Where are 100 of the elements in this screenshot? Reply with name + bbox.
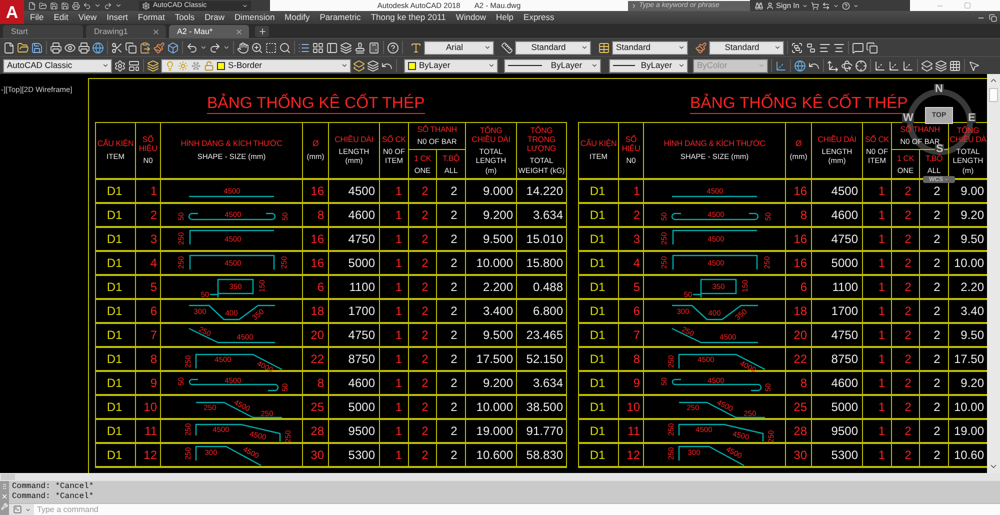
grip-icon[interactable] xyxy=(1,483,8,490)
menu-item[interactable]: Edit xyxy=(54,13,68,22)
caret-icon[interactable] xyxy=(94,2,101,9)
box-icon[interactable] xyxy=(167,42,179,54)
axes-icon[interactable] xyxy=(827,60,839,72)
compass-label[interactable]: W xyxy=(902,113,914,123)
lineweight-dropdown[interactable]: ByLayer xyxy=(609,58,688,72)
eye-icon[interactable] xyxy=(64,42,76,54)
grid-icon[interactable] xyxy=(312,42,324,54)
new-tab-button[interactable] xyxy=(255,26,269,37)
menu-item[interactable]: Express xyxy=(524,13,554,22)
layers-icon[interactable] xyxy=(367,60,379,72)
crosshair-icon[interactable] xyxy=(855,60,867,72)
ruler-icon[interactable] xyxy=(501,42,513,54)
layers-icon[interactable] xyxy=(353,60,365,72)
binoculars-icon[interactable] xyxy=(755,2,763,10)
folder-icon[interactable] xyxy=(39,2,47,10)
terminal-icon[interactable] xyxy=(13,505,22,514)
settings-icon[interactable] xyxy=(114,60,126,72)
file-icon[interactable] xyxy=(3,42,15,54)
copy-icon[interactable] xyxy=(866,42,878,54)
menu-item[interactable]: Insert xyxy=(106,13,128,22)
redo-icon[interactable] xyxy=(209,42,221,54)
horizontal-scrollbar[interactable] xyxy=(0,473,1000,481)
multileader-style-dropdown[interactable]: Standard xyxy=(709,40,784,54)
printer-icon[interactable] xyxy=(78,42,90,54)
menu-item[interactable]: Draw xyxy=(204,13,225,22)
paintbrush-icon[interactable] xyxy=(153,42,165,54)
dimension-style-dropdown[interactable]: Standard xyxy=(515,40,591,54)
globe-icon[interactable] xyxy=(794,60,806,72)
menu-item[interactable]: Thong ke thep 2011 xyxy=(370,13,446,22)
workspace-dropdown[interactable]: AutoCAD Classic xyxy=(3,58,112,72)
undo-icon[interactable] xyxy=(83,2,91,10)
compass-label[interactable]: E xyxy=(967,113,976,123)
caret-icon[interactable] xyxy=(833,2,840,8)
wrench-icon[interactable] xyxy=(1,503,8,510)
file-icon[interactable] xyxy=(28,2,36,10)
menu-item[interactable]: Help xyxy=(496,13,514,22)
stamp-icon[interactable] xyxy=(354,42,366,54)
help-icon[interactable] xyxy=(842,2,850,10)
caret-icon[interactable] xyxy=(115,2,122,9)
tab[interactable]: Start xyxy=(3,25,83,38)
scroll-thumb[interactable] xyxy=(989,88,998,102)
help-icon[interactable] xyxy=(387,42,399,54)
arrows-icon[interactable] xyxy=(822,2,830,10)
restore-icon[interactable] xyxy=(989,14,997,22)
layout-icon[interactable] xyxy=(128,60,140,72)
scissors-icon[interactable] xyxy=(111,42,123,54)
text-style-dropdown[interactable]: Arial xyxy=(424,40,494,54)
align-left-icon[interactable] xyxy=(819,42,831,54)
table-style-dropdown[interactable]: Standard xyxy=(612,40,688,54)
text-icon[interactable] xyxy=(410,42,422,54)
axes-icon[interactable] xyxy=(902,60,914,72)
compass-label[interactable]: S xyxy=(935,144,944,154)
folder-icon[interactable] xyxy=(17,42,29,54)
caret-icon[interactable] xyxy=(223,44,230,51)
menu-item[interactable]: File xyxy=(30,13,44,22)
cart-icon[interactable] xyxy=(811,2,820,10)
vertical-scrollbar[interactable] xyxy=(987,74,1000,473)
undo-icon[interactable] xyxy=(186,42,198,54)
compass-label[interactable]: N xyxy=(934,84,944,94)
caret-icon[interactable] xyxy=(853,2,860,8)
axes-icon[interactable] xyxy=(775,60,787,72)
command-handle[interactable] xyxy=(0,481,9,515)
globe-icon[interactable] xyxy=(92,42,104,54)
menu-item[interactable]: Tools xyxy=(174,13,195,22)
layers-icon[interactable] xyxy=(921,60,933,72)
search-icon[interactable] xyxy=(279,42,291,54)
linetype-dropdown[interactable]: ByLayer xyxy=(504,58,601,72)
color-dropdown[interactable]: ByLayer xyxy=(404,58,498,72)
clipboard-icon[interactable] xyxy=(139,42,151,54)
pointer-icon[interactable] xyxy=(968,60,980,72)
ungroup-icon[interactable] xyxy=(805,42,817,54)
menu-item[interactable]: View xyxy=(78,13,97,22)
printer-icon[interactable] xyxy=(50,42,62,54)
tab[interactable]: A2 - Mau* xyxy=(169,25,249,38)
printer-icon[interactable] xyxy=(72,2,80,10)
menu-item[interactable]: Format xyxy=(138,13,165,22)
scroll-thumb[interactable] xyxy=(1,474,15,480)
align-center-icon[interactable] xyxy=(833,42,845,54)
redo-icon[interactable] xyxy=(104,2,112,10)
dashed-square-icon[interactable] xyxy=(265,42,277,54)
menu-item[interactable]: Window xyxy=(456,13,486,22)
zoom-in-icon[interactable] xyxy=(251,42,263,54)
close-icon[interactable] xyxy=(235,28,243,36)
layers-icon[interactable] xyxy=(340,42,352,54)
tab[interactable]: Drawing1 xyxy=(86,25,166,38)
menu-item[interactable]: Parametric xyxy=(320,13,361,22)
axes-icon[interactable] xyxy=(888,60,900,72)
table-icon[interactable] xyxy=(598,42,610,54)
calculator-icon[interactable] xyxy=(368,42,380,54)
menu-item[interactable]: Modify xyxy=(284,13,310,22)
paintbrush-icon[interactable] xyxy=(695,42,707,54)
rotate-icon[interactable] xyxy=(841,60,853,72)
app-logo[interactable]: A xyxy=(0,0,24,24)
hand-icon[interactable] xyxy=(237,42,249,54)
panel-icon[interactable] xyxy=(326,42,338,54)
close-icon[interactable] xyxy=(152,28,160,36)
caret-icon[interactable] xyxy=(25,506,31,512)
menu-item[interactable]: Dimension xyxy=(234,13,275,22)
